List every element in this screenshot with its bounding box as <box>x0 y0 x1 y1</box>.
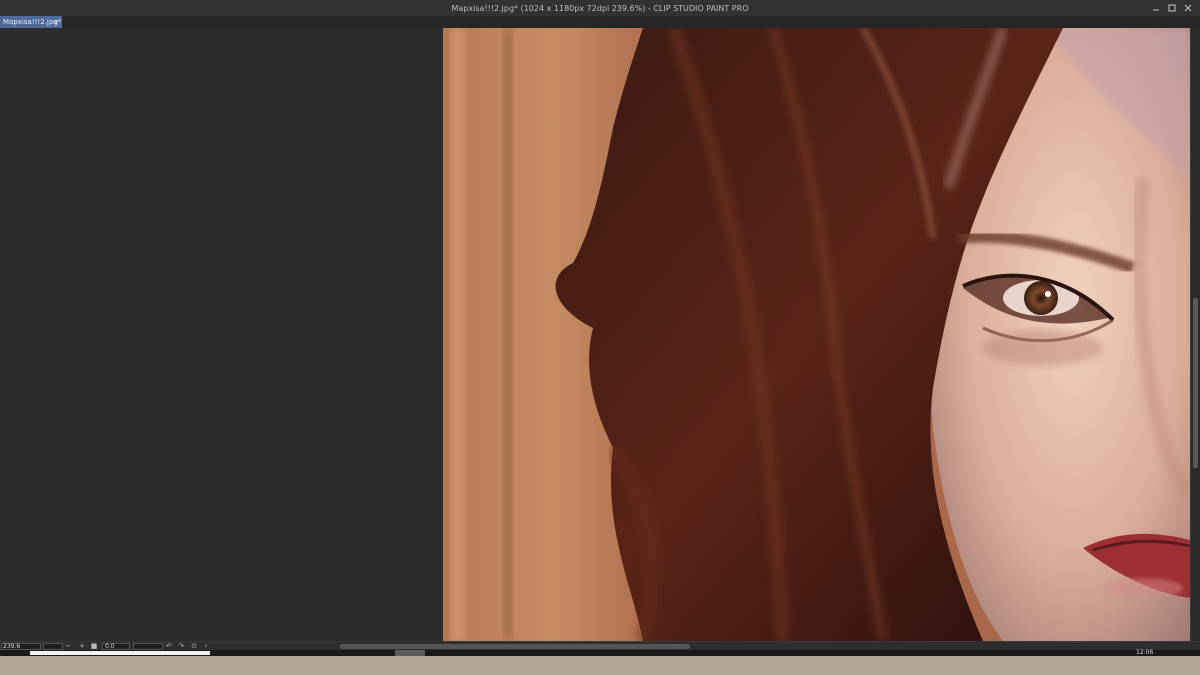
rotate-left-icon[interactable]: ↶ <box>165 642 173 650</box>
window-titlebar: Мархіsa!!!2.jpg* (1024 x 1180px 72dpi 23… <box>0 0 1200 16</box>
close-icon[interactable] <box>1180 0 1196 16</box>
zoom-input[interactable]: 239.6 <box>1 643 41 650</box>
desktop-background <box>0 656 1200 675</box>
taskbar-clock: 12:06 <box>1136 649 1154 656</box>
horizontal-scrollbar-thumb[interactable] <box>340 644 690 649</box>
zoom-slider[interactable] <box>43 643 63 650</box>
window-controls <box>1148 0 1196 16</box>
zoom-out-button[interactable]: − <box>64 642 72 650</box>
document-tab-bar: Мархіsa!!!2.jpg* × <box>0 16 1200 28</box>
zoom-in-button[interactable]: + <box>78 642 86 650</box>
reset-rotation-icon[interactable]: ⊙ <box>190 642 198 650</box>
rotation-slider[interactable] <box>133 643 163 650</box>
taskbar-search-box[interactable] <box>30 651 210 655</box>
flip-icon[interactable]: ‹ <box>202 642 210 650</box>
tab-document[interactable]: Мархіsa!!!2.jpg* × <box>0 16 62 28</box>
maximize-icon[interactable] <box>1164 0 1180 16</box>
vertical-scrollbar[interactable] <box>1190 28 1200 641</box>
canvas-artwork[interactable] <box>443 28 1190 641</box>
fit-icon[interactable]: ■ <box>90 642 98 650</box>
vertical-scrollbar-thumb[interactable] <box>1193 298 1198 468</box>
rotation-angle-input[interactable]: 0.0 <box>102 643 130 650</box>
rotate-right-icon[interactable]: ↷ <box>177 642 185 650</box>
canvas-statusbar: 239.6 − + ■ 0.0 ↶ ↷ ⊙ ‹ <box>0 641 1200 650</box>
minimize-icon[interactable] <box>1148 0 1164 16</box>
tab-close-icon[interactable]: × <box>53 16 59 28</box>
window-title: Мархіsa!!!2.jpg* (1024 x 1180px 72dpi 23… <box>451 3 749 13</box>
